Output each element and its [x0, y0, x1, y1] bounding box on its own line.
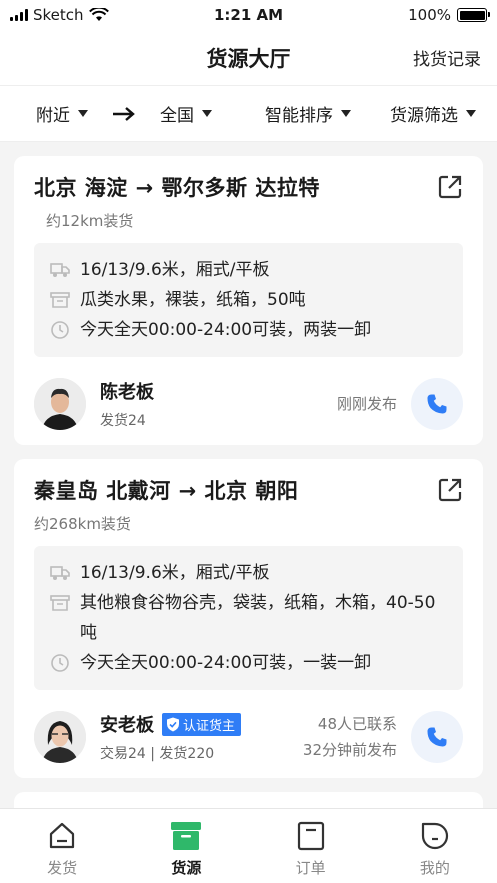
cargo-filter-label: 货源筛选 — [390, 106, 458, 126]
publish-time: 32分钟前发布 — [302, 741, 397, 759]
origin-filter[interactable]: 附近 — [36, 101, 88, 126]
tab-profile-label: 我的 — [419, 859, 450, 877]
tab-profile[interactable]: 我的 — [373, 809, 497, 883]
phone-icon — [427, 727, 447, 747]
load-time: 今天全天00:00-24:00可装，一装一卸 — [80, 653, 372, 673]
wifi-icon — [88, 8, 109, 21]
box-icon — [50, 285, 70, 315]
publish-time: 刚刚发布 — [336, 395, 397, 413]
nav-bar: 货源大厅 找货记录 — [0, 30, 497, 86]
sort-filter-label: 智能排序 — [265, 106, 333, 126]
cargo-detail: 16/13/9.6米，厢式/平板 其他粮食谷物谷壳，袋装，纸箱，木箱，40-50… — [34, 546, 463, 690]
clock-icon — [50, 648, 70, 678]
status-bar: Sketch 1:21 AM 100% — [0, 0, 497, 30]
load-distance: 约268km装货 — [34, 515, 131, 533]
caret-down-icon — [78, 110, 88, 117]
phone-icon — [427, 394, 447, 414]
destination-filter[interactable]: 全国 — [160, 101, 212, 126]
avatar — [34, 711, 86, 763]
truck-icon — [50, 558, 70, 588]
destination-filter-label: 全国 — [160, 106, 194, 126]
filter-bar: 附近 全国 智能排序 货源筛选 — [0, 86, 497, 142]
box-icon — [50, 588, 70, 618]
load-time: 今天全天00:00-24:00可装，两装一卸 — [80, 320, 372, 340]
verified-badge-label: 认证货主 — [183, 718, 236, 734]
route-title: 秦皇岛 北戴河 → 北京 朝阳 — [34, 479, 299, 503]
owner-row: 陈老板 发货24 刚刚发布 — [34, 377, 463, 431]
tab-ship[interactable]: 发货 — [0, 809, 124, 883]
tab-cargo-label: 货源 — [171, 859, 202, 877]
clock-icon — [50, 315, 70, 345]
call-button[interactable] — [411, 378, 463, 430]
share-icon[interactable] — [437, 174, 463, 200]
owner-row: 安老板 认证货主 交易24 | 发货220 48人已联系 32分钟前发布 — [34, 710, 463, 764]
owner-name: 陈老板 — [100, 382, 154, 403]
owner-stats: 发货24 — [100, 413, 146, 429]
cargo-description: 瓜类水果，裸装，纸箱，50吨 — [80, 290, 306, 310]
vehicle-spec: 16/13/9.6米，厢式/平板 — [80, 260, 270, 280]
home-icon — [45, 819, 79, 853]
shield-check-icon — [167, 717, 179, 731]
profile-icon — [418, 819, 452, 853]
owner-name: 安老板 — [100, 715, 154, 736]
cargo-box-icon — [169, 819, 203, 853]
carrier-label: Sketch — [33, 6, 84, 24]
verified-badge: 认证货主 — [162, 712, 242, 736]
signal-icon — [10, 9, 28, 21]
owner-stats: 交易24 | 发货220 — [100, 746, 215, 762]
cargo-card[interactable]: 秦皇岛 北戴河 → 北京 朝阳 约268km装货 16/13/9.6米，厢式/平… — [14, 459, 483, 778]
page-title: 货源大厅 — [206, 46, 291, 71]
battery-percent: 100% — [408, 6, 451, 24]
cargo-detail: 16/13/9.6米，厢式/平板 瓜类水果，裸装，纸箱，50吨 今天全天00:0… — [34, 243, 463, 357]
cargo-card[interactable]: 北京 海淀 → 鄂尔多斯 达拉特 约12km装货 16/13/9.6米，厢式/平… — [14, 156, 483, 445]
sort-filter[interactable]: 智能排序 — [265, 101, 351, 126]
tab-orders-label: 订单 — [295, 859, 326, 877]
route-title: 北京 海淀 → 鄂尔多斯 达拉特 — [34, 176, 320, 200]
cargo-description: 其他粮食谷物谷壳，袋装，纸箱，木箱，40-50吨 — [80, 593, 436, 643]
origin-filter-label: 附近 — [36, 106, 70, 126]
arrow-right-icon — [113, 107, 135, 121]
avatar — [34, 378, 86, 430]
tab-ship-label: 发货 — [47, 859, 78, 877]
load-distance: 约12km装货 — [46, 212, 134, 230]
order-icon — [294, 819, 328, 853]
cargo-filter[interactable]: 货源筛选 — [390, 101, 476, 126]
cargo-list: 北京 海淀 → 鄂尔多斯 达拉特 约12km装货 16/13/9.6米，厢式/平… — [0, 142, 497, 808]
battery-icon — [457, 8, 490, 22]
tab-cargo[interactable]: 货源 — [124, 809, 248, 883]
caret-down-icon — [202, 110, 212, 117]
contact-count: 48人已联系 — [317, 715, 397, 733]
tab-orders[interactable]: 订单 — [249, 809, 373, 883]
search-history-link[interactable]: 找货记录 — [413, 45, 481, 70]
tab-bar: 发货 货源 订单 我的 — [0, 808, 497, 883]
cargo-card[interactable] — [14, 792, 483, 808]
caret-down-icon — [466, 110, 476, 117]
truck-icon — [50, 255, 70, 285]
caret-down-icon — [341, 110, 351, 117]
share-icon[interactable] — [437, 477, 463, 503]
call-button[interactable] — [411, 711, 463, 763]
vehicle-spec: 16/13/9.6米，厢式/平板 — [80, 563, 270, 583]
